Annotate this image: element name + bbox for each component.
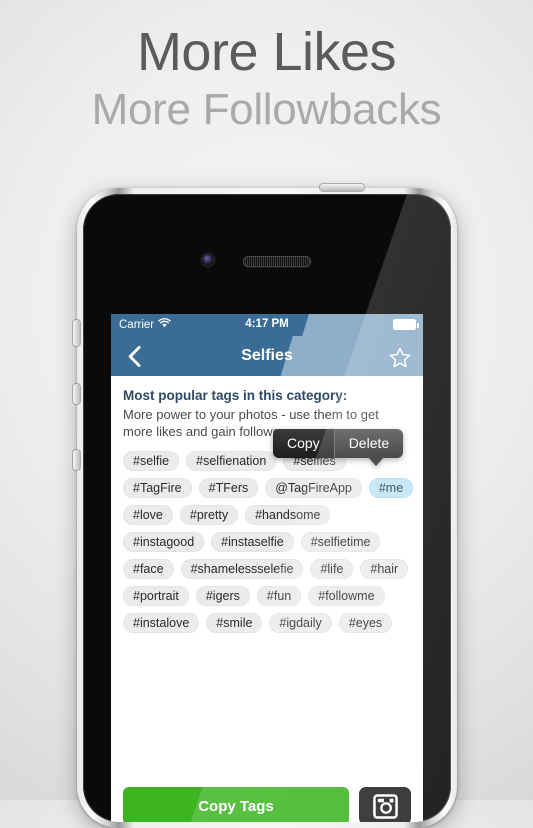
tag-row: #portrait #igers #fun #followme xyxy=(123,586,411,606)
status-bar-right xyxy=(393,319,419,330)
headline-line-1: More Likes xyxy=(136,22,397,82)
tag-chip[interactable]: #life xyxy=(310,559,354,579)
tag-chip[interactable]: #instalove xyxy=(123,613,200,633)
instagram-icon xyxy=(372,793,398,819)
front-camera-icon xyxy=(202,254,214,266)
context-menu-popup: Copy Delete xyxy=(273,429,404,466)
tag-chip[interactable]: #TagFire xyxy=(123,478,192,498)
tag-row: #love #pretty #handsome xyxy=(123,505,411,525)
tag-chip[interactable]: #eyes xyxy=(338,613,393,633)
tag-chip[interactable]: #shamelessselefie xyxy=(180,559,304,579)
silent-switch[interactable] xyxy=(73,320,80,346)
tag-chip[interactable]: #pretty xyxy=(179,505,239,525)
tag-row: #instagood #instaselfie #selfietime xyxy=(123,532,411,552)
tag-chip[interactable]: #selfietime xyxy=(300,532,381,552)
favorite-button[interactable] xyxy=(387,344,413,370)
tag-chip[interactable]: #followme xyxy=(308,586,385,606)
content-area: Most popular tags in this category: More… xyxy=(111,376,423,633)
tag-row: #face #shamelessselefie #life #hair xyxy=(123,559,411,579)
tag-row: #instalove #smile #igdaily #eyes xyxy=(123,613,411,633)
star-outline-icon xyxy=(389,347,411,367)
tag-chip[interactable]: #TFers xyxy=(198,478,259,498)
tag-chip[interactable]: #face xyxy=(123,559,174,579)
tag-chip[interactable]: #handsome xyxy=(245,505,331,525)
context-menu-copy[interactable]: Copy xyxy=(273,429,334,458)
volume-down-button[interactable] xyxy=(73,450,80,470)
battery-full-icon xyxy=(393,319,419,330)
page-title: Selfies xyxy=(241,347,293,364)
context-menu-body: Copy Delete xyxy=(273,429,404,458)
tag-chip[interactable]: #hair xyxy=(360,559,409,579)
tag-chip[interactable]: #portrait xyxy=(123,586,189,606)
tag-chip[interactable]: #instagood xyxy=(123,532,205,552)
volume-up-button[interactable] xyxy=(73,384,80,404)
section-heading: Most popular tags in this category: xyxy=(123,388,348,403)
earpiece-speaker-icon xyxy=(243,256,311,267)
headline-line-2: More Followbacks xyxy=(91,85,442,134)
tag-chip[interactable]: #me xyxy=(368,478,414,498)
tag-chip[interactable]: #smile xyxy=(206,613,263,633)
tag-rows-container: #selfie #selfienation #selfies #TagFire #TFe… xyxy=(123,451,414,633)
tag-cloud: #selfie #selfienation #selfies #TagFire #TFe… xyxy=(123,429,414,633)
bottom-action-bar: Copy Tags xyxy=(111,778,423,822)
tag-chip[interactable]: #instaselfie xyxy=(211,532,294,552)
status-bar-time: 4:17 PM xyxy=(245,318,289,330)
power-button[interactable] xyxy=(320,184,364,191)
tag-chip[interactable]: #igdaily xyxy=(269,613,332,633)
tag-chip[interactable]: @TagFireApp xyxy=(265,478,362,498)
status-bar: Carrier 4:17 PM xyxy=(111,314,423,336)
instagram-button[interactable] xyxy=(359,787,411,822)
tag-chip[interactable]: #love xyxy=(123,505,173,525)
tag-chip[interactable]: #selfie xyxy=(123,451,180,471)
tag-row: #TagFire #TFers @TagFireApp #me xyxy=(123,478,414,498)
copy-tags-button[interactable]: Copy Tags xyxy=(123,787,349,822)
tag-chip[interactable]: #fun xyxy=(256,586,302,606)
tag-chip[interactable]: #selfienation xyxy=(186,451,277,471)
context-menu-arrow-icon xyxy=(368,457,385,466)
promo-headline: More Likes More Followbacks xyxy=(0,22,533,138)
navigation-bar: Selfies xyxy=(111,336,423,376)
iphone-device-mockup: Carrier 4:17 PM Selfies Most popular tag… xyxy=(73,184,457,828)
app-screen: Carrier 4:17 PM Selfies Most popular tag… xyxy=(111,314,423,822)
context-menu-delete[interactable]: Delete xyxy=(334,429,404,458)
tag-chip[interactable]: #igers xyxy=(195,586,250,606)
phone-front-face: Carrier 4:17 PM Selfies Most popular tag… xyxy=(83,194,451,822)
